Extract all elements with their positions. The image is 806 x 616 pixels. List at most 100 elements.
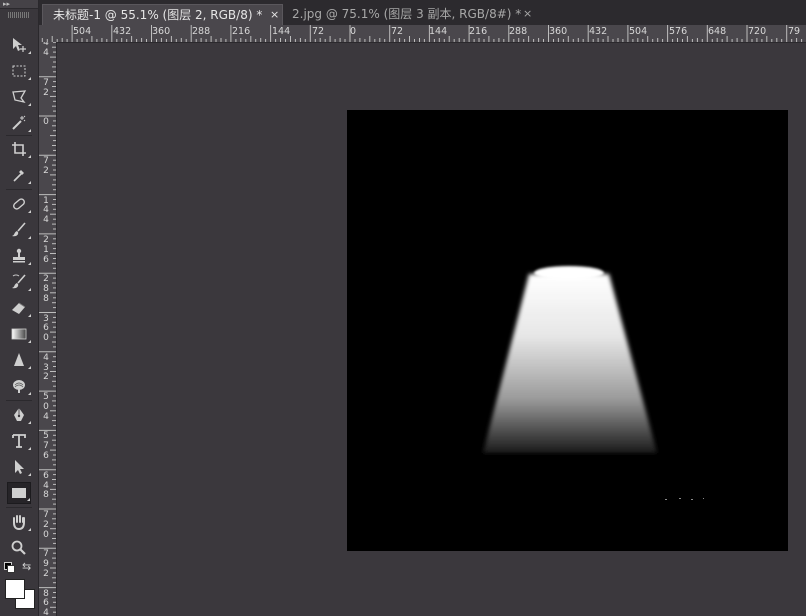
eraser-tool[interactable] (7, 297, 31, 319)
ruler-label: 432 (589, 26, 608, 37)
ruler-label: 432 (113, 26, 132, 37)
ruler-label: 0 (350, 26, 357, 37)
tools-panel: ▸▸ ⇆ (0, 0, 39, 616)
crop-icon (12, 142, 26, 156)
type-icon (12, 434, 26, 448)
healing-brush-tool[interactable] (7, 193, 31, 215)
ruler-label: 2 (43, 568, 49, 579)
blur-icon (14, 353, 24, 366)
tab-label: 2.jpg @ 75.1% (图层 3 副本, RGB/8#) * (292, 7, 522, 21)
tab-2-jpg[interactable]: 2.jpg @ 75.1% (图层 3 副本, RGB/8#) * × (282, 4, 537, 25)
document-tab-bar: 未标题-1 @ 55.1% (图层 2, RGB/8) * × 2.jpg @ … (39, 0, 806, 26)
rectangle-shape-icon (12, 488, 26, 498)
ruler-label: 8 (43, 293, 49, 304)
clone-stamp-tool[interactable] (7, 245, 31, 267)
path-selection-tool[interactable] (7, 456, 31, 478)
history-brush-icon (12, 274, 26, 289)
zoom-tool[interactable] (7, 537, 31, 559)
ruler-label: 8 (43, 490, 49, 501)
rect-marquee-icon (12, 65, 26, 77)
hand-icon (13, 515, 25, 531)
close-icon[interactable]: × (270, 5, 279, 25)
close-icon[interactable]: × (523, 4, 532, 24)
ruler-label: 144 (272, 26, 291, 37)
ruler-label: 6 (43, 470, 49, 481)
dodge-tool[interactable] (7, 375, 31, 397)
ruler-label: 648 (708, 26, 727, 37)
default-colors-icon[interactable] (4, 562, 15, 573)
ruler-label: 2 (43, 87, 49, 98)
pen-tool[interactable] (7, 404, 31, 426)
brush-icon (12, 222, 26, 237)
canvas-area[interactable] (57, 43, 806, 616)
magic-wand-tool[interactable] (7, 112, 31, 134)
spotlight-ellipse (534, 266, 604, 280)
foreground-color-swatch[interactable] (5, 579, 25, 599)
panel-grip[interactable] (8, 12, 30, 18)
rectangle-shape-tool[interactable] (7, 482, 31, 504)
ruler-label: 79 (788, 26, 801, 37)
eyedropper-icon (13, 170, 24, 182)
clone-stamp-icon (13, 248, 25, 263)
ruler-label: 504 (629, 26, 648, 37)
tab-label: 未标题-1 @ 55.1% (图层 2, RGB/8) * (53, 8, 263, 22)
document-canvas[interactable] (347, 110, 788, 551)
ruler-label: 216 (232, 26, 251, 37)
ruler-label: 0 (43, 529, 49, 540)
ruler-label: 288 (192, 26, 211, 37)
zoom-icon (11, 540, 26, 555)
ruler-label: 2 (43, 519, 49, 530)
ruler-label: 720 (748, 26, 767, 37)
light-beam (483, 274, 657, 453)
eyedropper-tool[interactable] (7, 164, 31, 186)
ruler-label: 2 (43, 234, 49, 245)
move-icon (13, 38, 26, 52)
ruler-label: 72 (312, 26, 325, 37)
ruler-label: 0 (43, 333, 49, 344)
ruler-label: 216 (469, 26, 488, 37)
swap-colors-icon[interactable]: ⇆ (22, 560, 31, 573)
ruler-label: 144 (429, 26, 448, 37)
ruler-label: 360 (152, 26, 171, 37)
ruler-label: 504 (73, 26, 92, 37)
ruler-label: 4 (43, 411, 49, 422)
polygonal-lasso-tool[interactable] (7, 86, 31, 108)
ruler-label: 4 (43, 352, 49, 363)
ruler-label: 7 (43, 77, 49, 88)
ruler-label: 360 (549, 26, 568, 37)
hand-tool[interactable] (7, 511, 31, 533)
pen-icon (14, 408, 24, 421)
crop-tool[interactable] (7, 138, 31, 160)
ruler-label: 6 (43, 254, 49, 265)
vertical-ruler[interactable]: 4472072144216288360432504576648720792864 (39, 42, 57, 616)
gradient-tool[interactable] (7, 323, 31, 345)
ruler-label: 0 (43, 401, 49, 412)
path-selection-icon (15, 460, 24, 474)
rect-marquee-tool[interactable] (7, 60, 31, 82)
ruler-label: 576 (669, 26, 688, 37)
ruler-label: 6 (43, 451, 49, 461)
ruler-label: 1 (43, 244, 49, 255)
ruler-label: 288 (509, 26, 528, 37)
history-brush-tool[interactable] (7, 271, 31, 293)
move-tool[interactable] (7, 34, 31, 56)
polygonal-lasso-icon (12, 90, 27, 104)
tab-untitled-1[interactable]: 未标题-1 @ 55.1% (图层 2, RGB/8) * × (42, 4, 283, 25)
healing-brush-icon (13, 198, 25, 210)
eraser-icon (12, 302, 26, 314)
magic-wand-icon (12, 115, 26, 130)
gradient-icon (11, 328, 27, 340)
ruler-label: 2 (43, 166, 49, 177)
ruler-label: 4 (43, 48, 49, 59)
panel-collapse-button[interactable]: ▸▸ (0, 0, 38, 9)
ruler-label: 72 (391, 26, 404, 37)
type-tool[interactable] (7, 430, 31, 452)
dodge-icon (13, 380, 25, 393)
horizontal-ruler[interactable]: 504 432 360 288 216 144 72 0 72 144 216 … (39, 25, 806, 43)
ruler-label: 4 (43, 215, 49, 226)
stray-dots (665, 498, 704, 500)
spotlight-artwork (483, 266, 704, 500)
ruler-label: 4 (43, 608, 49, 616)
brush-tool[interactable] (7, 219, 31, 241)
blur-tool[interactable] (7, 349, 31, 371)
